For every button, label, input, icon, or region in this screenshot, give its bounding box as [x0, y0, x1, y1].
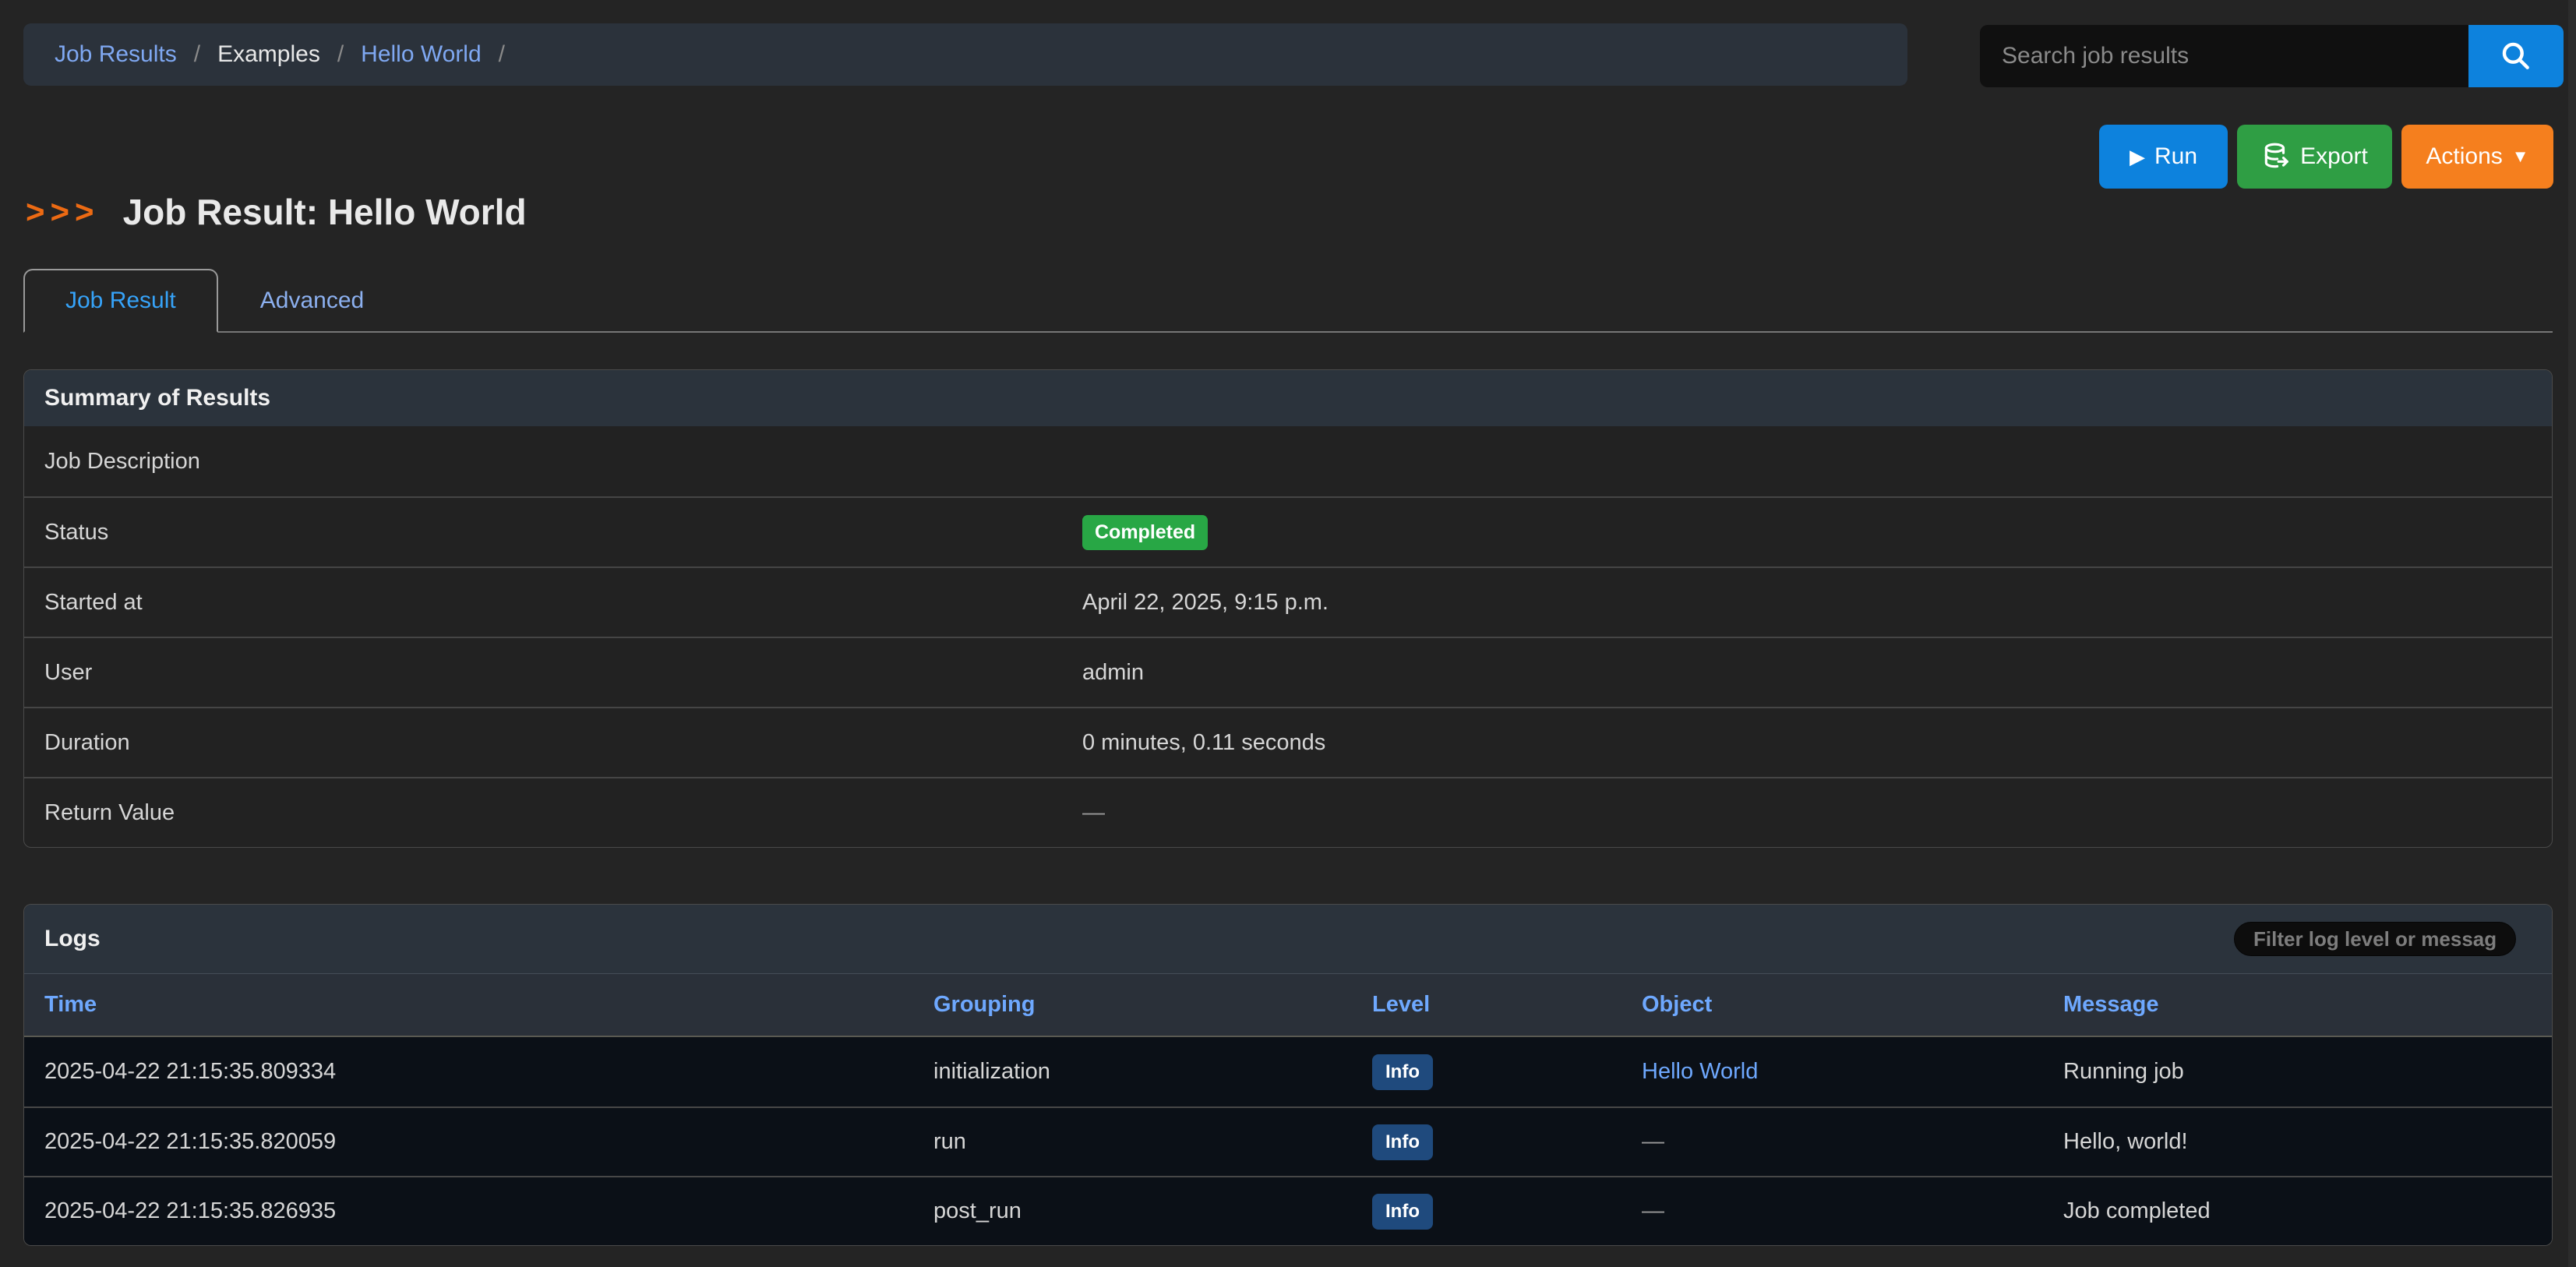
info-badge: Info [1372, 1054, 1433, 1090]
summary-value: 0 minutes, 0.11 seconds [1082, 730, 1325, 756]
log-message: Hello, world! [2043, 1129, 2552, 1155]
search-input[interactable] [1980, 25, 2468, 87]
summary-label: User [24, 660, 1082, 686]
search-icon [2499, 39, 2533, 73]
summary-row-return-value: Return Value — [24, 777, 2552, 847]
export-button[interactable]: Export [2237, 125, 2392, 189]
log-object-empty: — [1621, 1198, 2043, 1224]
log-time: 2025-04-22 21:15:35.826935 [24, 1198, 913, 1224]
log-object-empty: — [1621, 1129, 2043, 1155]
summary-label: Job Description [24, 449, 1082, 475]
column-header-time[interactable]: Time [24, 992, 913, 1018]
summary-row-duration: Duration 0 minutes, 0.11 seconds [24, 707, 2552, 777]
table-row: 2025-04-22 21:15:35.826935 post_run Info… [24, 1176, 2552, 1245]
page-title: Job Result: Hello World [123, 191, 527, 233]
log-grouping: initialization [913, 1059, 1352, 1085]
page-title-row: >>> Job Result: Hello World [26, 185, 527, 238]
summary-card-header: Summary of Results [24, 370, 2552, 426]
status-badge: Completed [1082, 515, 1208, 550]
run-button-label: Run [2154, 143, 2197, 170]
breadcrumb-item-examples: Examples [217, 41, 320, 68]
actions-button[interactable]: Actions ▼ [2401, 125, 2553, 189]
chevron-down-icon: ▼ [2512, 146, 2529, 167]
breadcrumb: Job Results / Examples / Hello World / [23, 23, 1907, 86]
summary-card: Summary of Results Job Description Statu… [23, 369, 2553, 848]
log-object-link[interactable]: Hello World [1642, 1059, 1758, 1084]
toolbar: ▶ Run Export Actions ▼ [2099, 125, 2553, 189]
vertical-scrollbar[interactable] [2568, 0, 2576, 1267]
log-time: 2025-04-22 21:15:35.820059 [24, 1129, 913, 1155]
export-button-label: Export [2300, 143, 2368, 170]
info-badge: Info [1372, 1124, 1433, 1160]
logs-card-title: Logs [44, 926, 101, 952]
logs-card: Logs Time Grouping Level Object Message … [23, 904, 2553, 1246]
column-header-grouping[interactable]: Grouping [913, 992, 1352, 1018]
summary-row-started-at: Started at April 22, 2025, 9:15 p.m. [24, 566, 2552, 637]
summary-label: Return Value [24, 800, 1082, 826]
summary-row-status: Status Completed [24, 496, 2552, 566]
column-header-object[interactable]: Object [1621, 992, 2043, 1018]
log-grouping: post_run [913, 1198, 1352, 1224]
table-row: 2025-04-22 21:15:35.809334 initializatio… [24, 1037, 2552, 1106]
breadcrumb-separator: / [499, 41, 505, 68]
summary-row-user: User admin [24, 637, 2552, 707]
log-time: 2025-04-22 21:15:35.809334 [24, 1059, 913, 1085]
summary-label: Status [24, 520, 1082, 545]
database-export-icon [2261, 142, 2291, 171]
column-header-message[interactable]: Message [2043, 992, 2552, 1018]
table-row: 2025-04-22 21:15:35.820059 run Info — He… [24, 1106, 2552, 1176]
info-badge: Info [1372, 1194, 1433, 1230]
tab-bar: Job Result Advanced [23, 269, 2553, 333]
actions-button-label: Actions [2426, 143, 2502, 170]
logs-card-header: Logs [24, 905, 2552, 973]
title-chevrons-icon: >>> [26, 193, 100, 231]
log-grouping: run [913, 1129, 1352, 1155]
log-filter-input[interactable] [2234, 922, 2516, 956]
summary-label: Duration [24, 730, 1082, 756]
tab-job-result[interactable]: Job Result [23, 269, 218, 333]
search-bar [1980, 25, 2564, 87]
breadcrumb-link-hello-world[interactable]: Hello World [361, 41, 482, 68]
summary-label: Started at [24, 590, 1082, 616]
breadcrumb-link-job-results[interactable]: Job Results [55, 41, 177, 68]
log-message: Running job [2043, 1059, 2552, 1085]
log-message: Job completed [2043, 1198, 2552, 1224]
search-button[interactable] [2468, 25, 2564, 87]
play-icon: ▶ [2130, 145, 2145, 169]
summary-value: admin [1082, 660, 1144, 686]
summary-value: — [1082, 800, 1105, 826]
run-button[interactable]: ▶ Run [2099, 125, 2228, 189]
breadcrumb-separator: / [194, 41, 200, 68]
column-header-level[interactable]: Level [1352, 992, 1621, 1018]
tab-advanced[interactable]: Advanced [218, 269, 406, 333]
summary-value: April 22, 2025, 9:15 p.m. [1082, 590, 1329, 616]
breadcrumb-separator: / [337, 41, 344, 68]
logs-table-header: Time Grouping Level Object Message [24, 973, 2552, 1037]
summary-row-job-description: Job Description [24, 426, 2552, 496]
